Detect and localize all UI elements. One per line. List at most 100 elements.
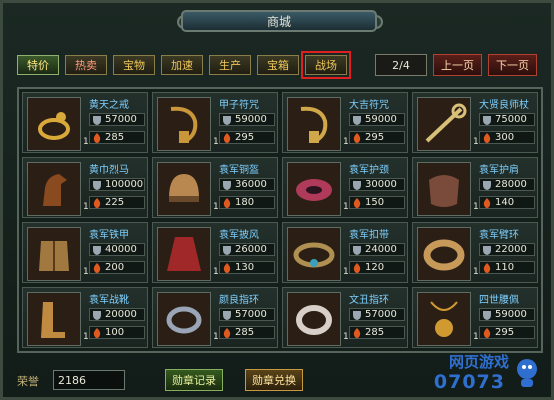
item-card[interactable]: 1 甲子符咒 59000 295 bbox=[152, 92, 278, 153]
amulet-icon[interactable] bbox=[287, 97, 341, 151]
honor-flame-icon bbox=[353, 327, 361, 338]
item-price: 26000 bbox=[235, 244, 267, 255]
item-card[interactable]: 1 袁军护颈 30000 150 bbox=[282, 157, 408, 218]
item-honor-row: 285 bbox=[89, 131, 145, 144]
item-honor-row: 225 bbox=[89, 196, 145, 209]
item-price-row: 22000 bbox=[479, 243, 535, 256]
medal-record-button[interactable]: 勋章记录 bbox=[165, 369, 223, 391]
ring-gold-icon[interactable] bbox=[27, 97, 81, 151]
item-price: 24000 bbox=[365, 244, 397, 255]
item-honor-row: 285 bbox=[219, 326, 275, 339]
armor-icon[interactable] bbox=[27, 227, 81, 281]
item-price-row: 20000 bbox=[89, 308, 145, 321]
item-name: 袁军战靴 bbox=[89, 295, 129, 306]
item-name: 文丑指环 bbox=[349, 295, 389, 306]
item-honor-row: 295 bbox=[349, 131, 405, 144]
item-honor-cost: 295 bbox=[495, 327, 515, 338]
pauldron-icon[interactable] bbox=[417, 162, 471, 216]
prev-page-button[interactable]: 上一页 bbox=[433, 54, 482, 76]
item-name: 袁军披风 bbox=[219, 230, 259, 241]
item-price: 22000 bbox=[495, 244, 527, 255]
item-quantity: 1 bbox=[343, 332, 349, 342]
item-price: 57000 bbox=[235, 309, 267, 320]
boots-icon[interactable] bbox=[27, 292, 81, 346]
item-price: 59000 bbox=[235, 114, 267, 125]
tab-0[interactable]: 特价 bbox=[17, 55, 59, 75]
item-honor-row: 100 bbox=[89, 326, 145, 339]
item-card[interactable]: 1 四世腰佩 59000 295 bbox=[412, 287, 538, 348]
item-name: 袁军铜盔 bbox=[219, 165, 259, 176]
tab-4[interactable]: 生产 bbox=[209, 55, 251, 75]
price-shield-icon bbox=[353, 180, 361, 190]
item-honor-row: 120 bbox=[349, 261, 405, 274]
item-price-row: 40000 bbox=[89, 243, 145, 256]
armband-icon[interactable] bbox=[417, 227, 471, 281]
item-card[interactable]: 1 袁军战靴 20000 100 bbox=[22, 287, 148, 348]
amulet-icon[interactable] bbox=[157, 97, 211, 151]
item-price-row: 59000 bbox=[479, 308, 535, 321]
item-price: 75000 bbox=[495, 114, 527, 125]
honor-flame-icon bbox=[483, 197, 491, 208]
medal-exchange-button[interactable]: 勋章兑换 bbox=[245, 369, 303, 391]
item-price-row: 28000 bbox=[479, 178, 535, 191]
item-card[interactable]: 1 袁军披风 26000 130 bbox=[152, 222, 278, 283]
item-name: 袁军护肩 bbox=[479, 165, 519, 176]
price-shield-icon bbox=[483, 310, 491, 320]
item-price-row: 24000 bbox=[349, 243, 405, 256]
item-card[interactable]: 1 袁军铜盔 36000 180 bbox=[152, 157, 278, 218]
item-card[interactable]: 1 袁军臂环 22000 110 bbox=[412, 222, 538, 283]
item-card[interactable]: 1 大贤良师杖 75000 300 bbox=[412, 92, 538, 153]
item-honor-row: 300 bbox=[479, 131, 535, 144]
gorget-icon[interactable] bbox=[287, 162, 341, 216]
tab-5[interactable]: 宝箱 bbox=[257, 55, 299, 75]
item-card[interactable]: 1 颜良指环 57000 285 bbox=[152, 287, 278, 348]
price-shield-icon bbox=[353, 245, 361, 255]
tab-1[interactable]: 热卖 bbox=[65, 55, 107, 75]
cape-icon[interactable] bbox=[157, 227, 211, 281]
item-card[interactable]: 1 大吉符咒 59000 295 bbox=[282, 92, 408, 153]
item-honor-cost: 225 bbox=[105, 197, 125, 208]
item-honor-cost: 295 bbox=[235, 132, 255, 143]
honor-flame-icon bbox=[93, 262, 101, 273]
item-card[interactable]: 1 黄天之戒 57000 285 bbox=[22, 92, 148, 153]
item-card[interactable]: 1 袁军护肩 28000 140 bbox=[412, 157, 538, 218]
price-shield-icon bbox=[483, 115, 491, 125]
item-price: 59000 bbox=[495, 309, 527, 320]
item-name: 黄天之戒 bbox=[89, 100, 129, 111]
tab-2[interactable]: 宝物 bbox=[113, 55, 155, 75]
item-card[interactable]: 1 袁军铁甲 40000 200 bbox=[22, 222, 148, 283]
belt-icon[interactable] bbox=[287, 227, 341, 281]
helmet-icon[interactable] bbox=[157, 162, 211, 216]
watermark-number: 07073 bbox=[433, 371, 505, 393]
next-page-button[interactable]: 下一页 bbox=[488, 54, 537, 76]
honor-flame-icon bbox=[223, 197, 231, 208]
honor-flame-icon bbox=[483, 262, 491, 273]
item-quantity: 1 bbox=[213, 137, 219, 147]
item-name: 颜良指环 bbox=[219, 295, 259, 306]
item-name: 大贤良师杖 bbox=[479, 100, 529, 111]
item-card[interactable]: 1 文丑指环 57000 285 bbox=[282, 287, 408, 348]
item-price-row: 57000 bbox=[349, 308, 405, 321]
item-price: 100000 bbox=[105, 179, 144, 190]
category-tabs: 特价 热卖 宝物 加速 生产 宝箱 战场 bbox=[17, 51, 351, 79]
honor-flame-icon bbox=[93, 327, 101, 338]
window-title-bar: 商城 bbox=[181, 10, 377, 32]
price-shield-icon bbox=[223, 180, 231, 190]
staff-icon[interactable] bbox=[417, 97, 471, 151]
honor-value: 2186 bbox=[53, 370, 125, 390]
tab-3[interactable]: 加速 bbox=[161, 55, 203, 75]
tab-6[interactable]: 战场 bbox=[301, 51, 351, 79]
item-quantity: 1 bbox=[473, 202, 479, 212]
item-quantity: 1 bbox=[343, 267, 349, 277]
item-price: 59000 bbox=[365, 114, 397, 125]
horse-icon[interactable] bbox=[27, 162, 81, 216]
pendant-icon[interactable] bbox=[417, 292, 471, 346]
item-price-row: 57000 bbox=[89, 113, 145, 126]
ring-silver-icon[interactable] bbox=[157, 292, 211, 346]
price-shield-icon bbox=[353, 310, 361, 320]
pager: 2/4 上一页 下一页 bbox=[375, 54, 537, 76]
item-card[interactable]: 1 袁军扣带 24000 120 bbox=[282, 222, 408, 283]
item-card[interactable]: 1 黄巾烈马 100000 225 bbox=[22, 157, 148, 218]
ring-white-icon[interactable] bbox=[287, 292, 341, 346]
item-price: 28000 bbox=[495, 179, 527, 190]
